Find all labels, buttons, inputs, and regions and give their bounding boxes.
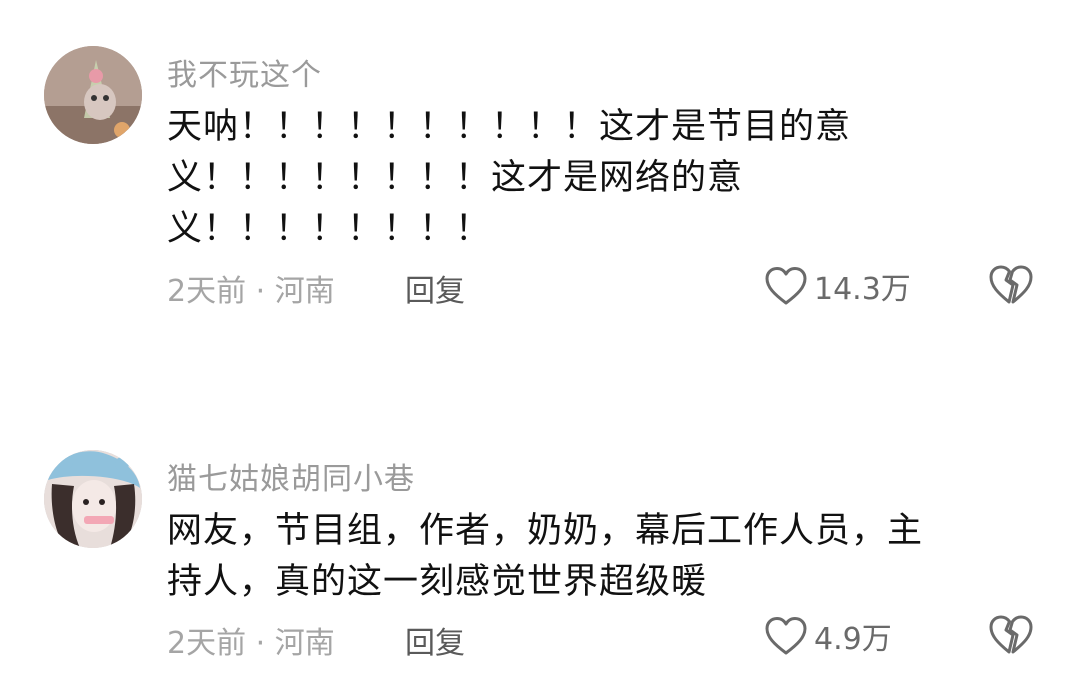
dislike-button[interactable] xyxy=(988,264,1034,308)
dislike-button[interactable] xyxy=(988,614,1034,658)
avatar[interactable] xyxy=(44,450,142,548)
comment-text-line: 持人，真的这一刻感觉世界超级暖 xyxy=(167,562,708,602)
broken-heart-icon xyxy=(989,615,1033,654)
broken-heart-icon xyxy=(989,265,1033,304)
comment-meta: 2天前 · 河南 xyxy=(167,274,335,309)
avatar[interactable] xyxy=(44,46,142,144)
like-button[interactable]: 14.3万 xyxy=(764,264,911,308)
comment-username[interactable]: 猫七姑娘胡同小巷 xyxy=(167,454,415,498)
reply-button[interactable]: 回复 xyxy=(405,618,465,662)
heart-outline-icon xyxy=(765,267,807,305)
comment-text-line: 天呐！！！！！！！！！！这才是节目的意 xyxy=(167,107,852,147)
comment-text-line: 网友，节目组，作者，奶奶，幕后工作人员，主 xyxy=(167,511,924,551)
reply-button[interactable]: 回复 xyxy=(405,266,465,310)
comment-text: 网友，节目组，作者，奶奶，幕后工作人员，主 持人，真的这一刻感觉世界超级暖 xyxy=(167,506,1037,608)
comment-text: 天呐！！！！！！！！！！这才是节目的意 义！！！！！！！！这才是网络的意 义！！… xyxy=(167,102,1037,255)
comment-meta: 2天前 · 河南 xyxy=(167,626,335,661)
heart-outline-icon xyxy=(765,617,807,655)
comment-username[interactable]: 我不玩这个 xyxy=(167,50,322,94)
comment-list: 我不玩这个 天呐！！！！！！！！！！这才是节目的意 义！！！！！！！！这才是网络… xyxy=(0,0,1079,689)
comment-text-line: 义！！！！！！！！ xyxy=(167,209,492,249)
like-button[interactable]: 4.9万 xyxy=(764,614,892,658)
comment-text-line: 义！！！！！！！！这才是网络的意 xyxy=(167,158,744,198)
like-count: 4.9万 xyxy=(814,622,892,657)
like-count: 14.3万 xyxy=(814,272,911,307)
